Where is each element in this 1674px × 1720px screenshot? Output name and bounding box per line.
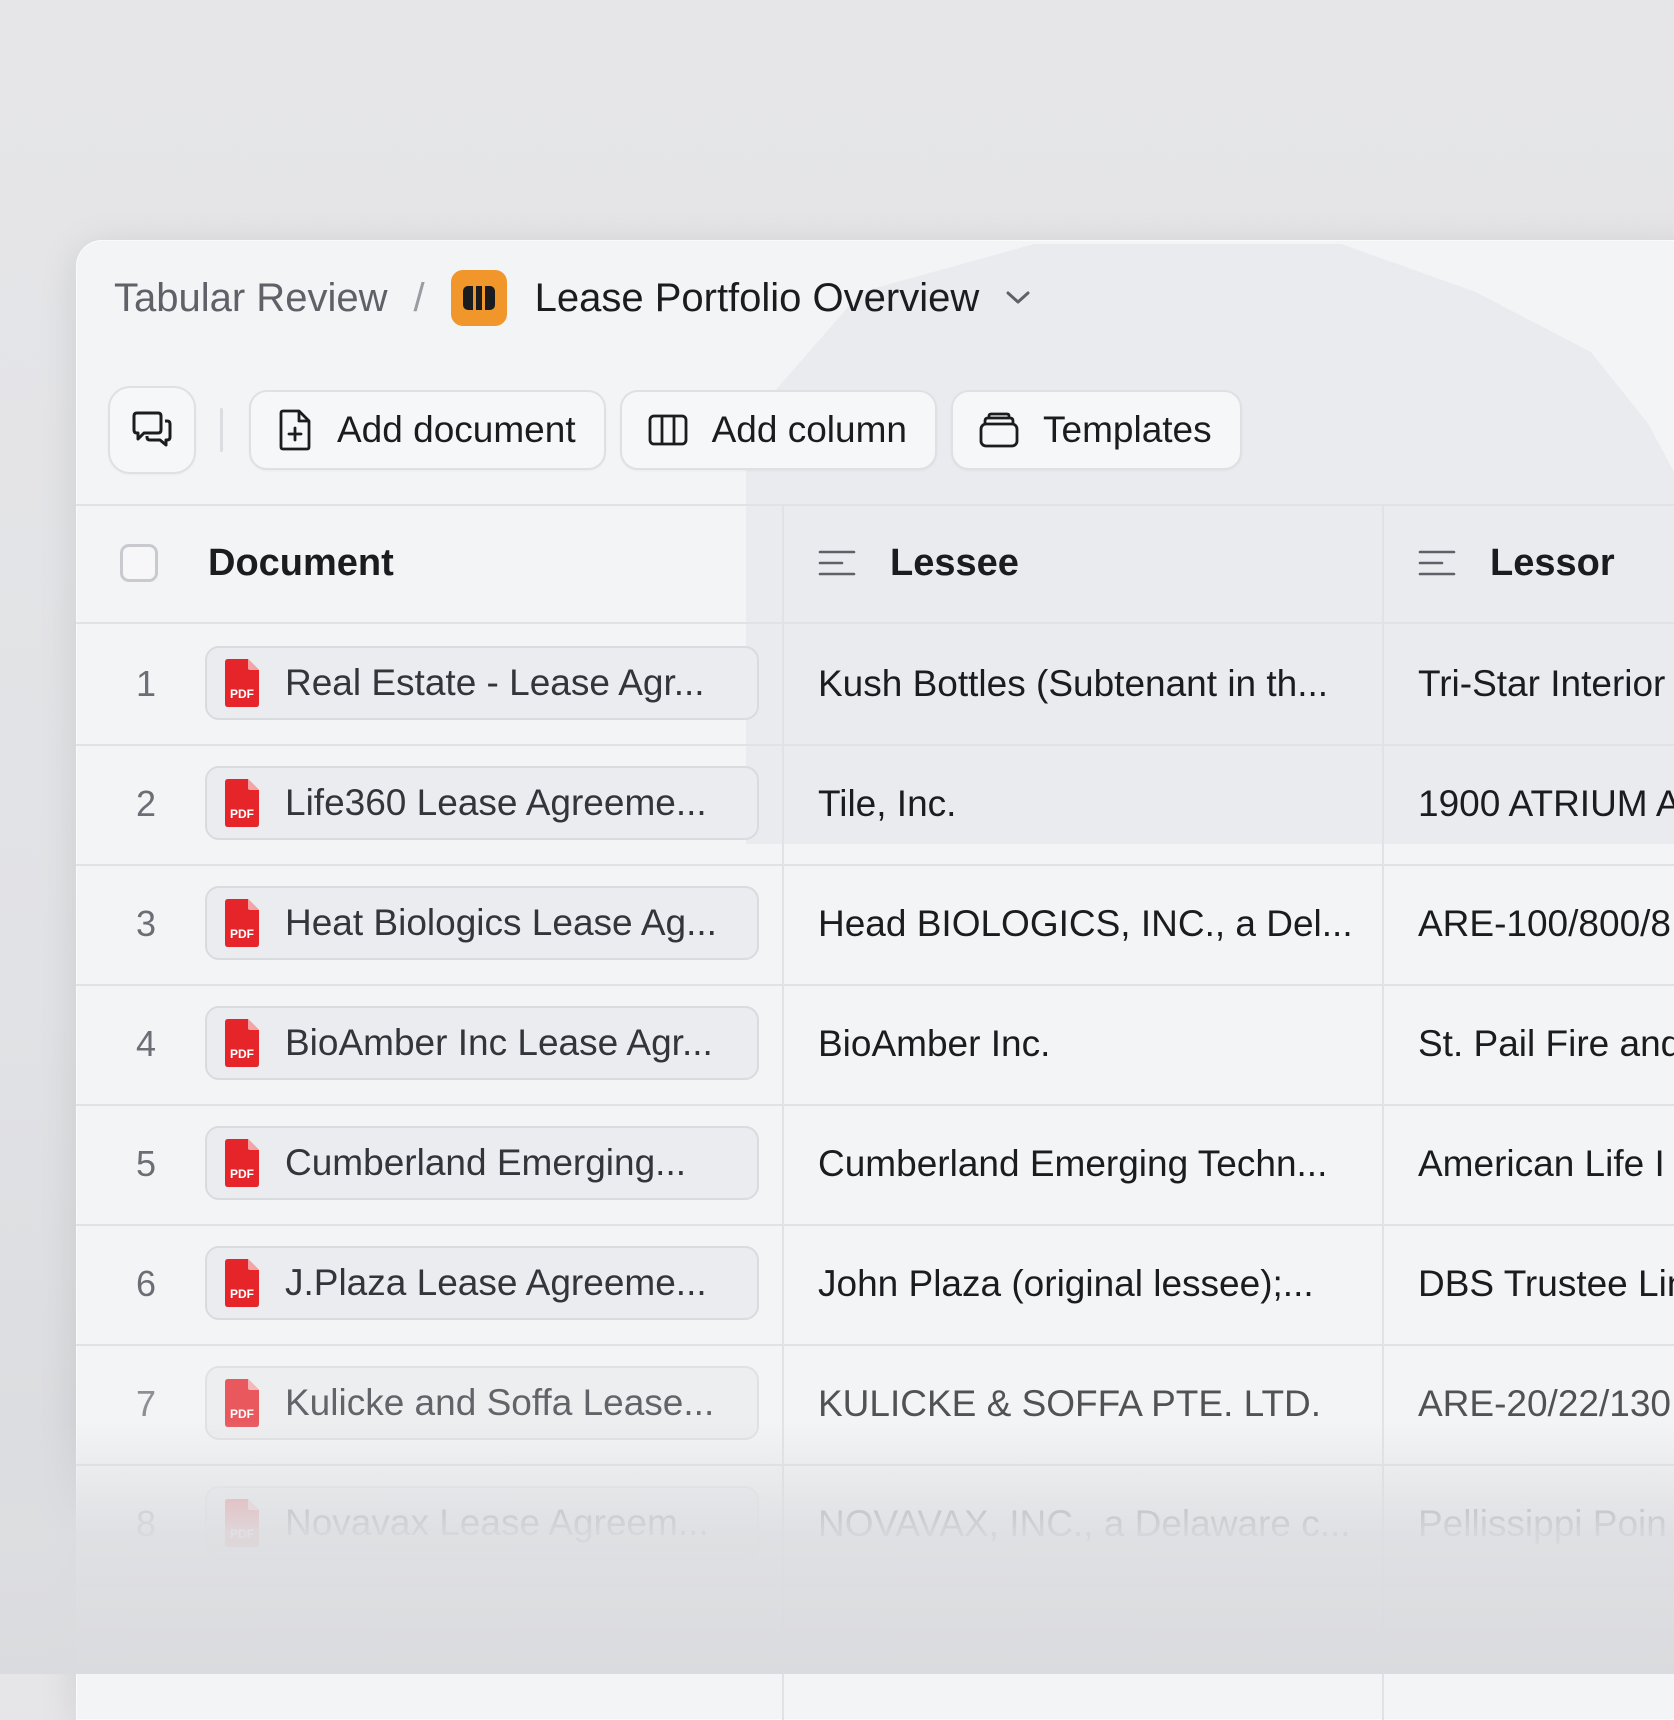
pdf-file-icon: PDF [221,1018,261,1068]
breadcrumb-separator: / [413,275,425,320]
checkbox[interactable] [120,544,158,582]
svg-text:PDF: PDF [230,927,254,941]
lessee-cell[interactable]: Head BIOLOGICS, INC., a Del... [818,864,1358,984]
breadcrumb: Tabular Review / Lease Portfolio Overvie… [114,266,1031,330]
pdf-file-icon: PDF [221,1258,261,1308]
document-chip[interactable]: PDF Heat Biologics Lease Ag... [205,886,759,960]
lessee-cell[interactable]: Kush Bottles (Subtenant in th... [818,624,1358,744]
lessor-cell[interactable]: ARE-20/22/130 [1418,1344,1674,1464]
table-row[interactable]: 8 PDF Novavax Lease Agreem... NOVAVAX, INC.… [76,1464,1674,1584]
page-title[interactable]: Lease Portfolio Overview [535,276,980,321]
svg-text:PDF: PDF [230,807,254,821]
document-name: Heat Biologics Lease Ag... [285,902,717,943]
document-chip[interactable]: PDF Novavax Lease Agreem... [205,1486,759,1560]
text-align-icon [1418,549,1458,577]
document-name: BioAmber Inc Lease Agr... [285,1022,713,1063]
add-column-button[interactable]: Add column [619,390,937,470]
table-row[interactable]: 5 PDF Cumberland Emerging... Cumberland Eme… [76,1104,1674,1224]
lessee-cell[interactable]: KULICKE & SOFFA PTE. LTD. [818,1344,1358,1464]
pdf-file-icon: PDF [221,1498,261,1548]
column-header-lessor-label: Lessor [1490,541,1615,584]
document-chip[interactable]: PDF J.Plaza Lease Agreeme... [205,1246,759,1320]
svg-text:PDF: PDF [230,1167,254,1181]
review-window: Tabular Review / Lease Portfolio Overvie… [76,240,1674,1720]
lessor-cell[interactable]: DBS Trustee Lin [1418,1224,1674,1344]
lessee-cell[interactable]: Cumberland Emerging Techn... [818,1104,1358,1224]
lessor-cell[interactable]: St. Pail Fire and [1418,984,1674,1104]
column-header-lessee-label: Lessee [890,541,1019,584]
templates-label: Templates [1043,409,1212,450]
row-number: 7 [135,1383,157,1424]
table-row[interactable]: 1 PDF Real Estate - Lease Agr... Kush Bottl… [76,624,1674,744]
row-number: 8 [135,1503,157,1544]
svg-text:PDF: PDF [230,1287,254,1301]
breadcrumb-root-link[interactable]: Tabular Review [114,276,387,321]
column-header-document-label: Document [208,541,394,584]
column-header-document[interactable]: Document [208,504,394,622]
svg-text:PDF: PDF [230,1407,254,1421]
column-header-lessee[interactable]: Lessee [818,504,1019,622]
lessee-cell[interactable]: John Plaza (original lessee);... [818,1224,1358,1344]
pdf-file-icon: PDF [221,778,261,828]
chevron-down-icon[interactable] [1005,290,1031,306]
columns-outline-icon [648,413,688,447]
lessee-cell[interactable]: NOVAVAX, INC., a Delaware c... [818,1464,1358,1584]
row-number: 3 [135,903,157,944]
toolbar: Add document Add column Templates [108,386,1242,474]
document-name: J.Plaza Lease Agreeme... [285,1262,707,1303]
svg-text:PDF: PDF [230,1527,254,1541]
document-name: Real Estate - Lease Agr... [285,662,705,703]
row-number: 4 [135,1023,157,1064]
pdf-file-icon: PDF [221,898,261,948]
file-plus-icon [277,408,313,452]
stack-icon [979,412,1019,448]
lessor-cell[interactable]: Pellissippi Poin [1418,1464,1674,1584]
document-name: Cumberland Emerging... [285,1142,687,1183]
svg-text:PDF: PDF [230,1047,254,1061]
table-row[interactable]: 6 PDF J.Plaza Lease Agreeme... John Plaza (… [76,1224,1674,1344]
row-number: 1 [135,663,157,704]
columns-icon [450,270,507,326]
document-chip[interactable]: PDF BioAmber Inc Lease Agr... [205,1006,759,1080]
document-chip[interactable]: PDF Kulicke and Soffa Lease... [205,1366,759,1440]
pdf-file-icon: PDF [221,1138,261,1188]
text-align-icon [818,549,858,577]
document-name: Life360 Lease Agreeme... [285,782,707,823]
document-chip[interactable]: PDF Real Estate - Lease Agr... [205,646,759,720]
pdf-file-icon: PDF [221,1378,261,1428]
lessor-cell[interactable]: American Life I [1418,1104,1674,1224]
add-column-label: Add column [711,409,907,450]
document-name: Kulicke and Soffa Lease... [285,1382,715,1423]
lessor-cell[interactable]: Tri-Star Interior [1418,624,1674,744]
select-all-checkbox[interactable] [120,504,158,622]
chat-button[interactable] [108,386,196,474]
lessor-cell[interactable]: 1900 ATRIUM A [1418,744,1674,864]
row-number: 2 [135,783,157,824]
row-number: 5 [135,1143,157,1184]
add-document-button[interactable]: Add document [249,390,606,470]
chat-bubbles-icon [130,410,174,450]
pdf-file-icon: PDF [221,658,261,708]
table-row[interactable]: 2 PDF Life360 Lease Agreeme... Tile, Inc. 19… [76,744,1674,864]
table-row[interactable]: 3 PDF Heat Biologics Lease Ag... Head BIOLO… [76,864,1674,984]
document-chip[interactable]: PDF Cumberland Emerging... [205,1126,759,1200]
row-number: 6 [135,1263,157,1304]
document-name: Novavax Lease Agreem... [285,1502,709,1543]
table-row[interactable]: 7 PDF Kulicke and Soffa Lease... KULICKE & … [76,1344,1674,1464]
table-row[interactable]: 4 PDF BioAmber Inc Lease Agr... BioAmber In… [76,984,1674,1104]
column-header-lessor[interactable]: Lessor [1418,504,1615,622]
toolbar-divider [220,408,223,452]
lessee-cell[interactable]: BioAmber Inc. [818,984,1358,1104]
add-document-label: Add document [337,409,576,450]
svg-text:PDF: PDF [230,687,254,701]
templates-button[interactable]: Templates [951,390,1242,470]
lessee-cell[interactable]: Tile, Inc. [818,744,1358,864]
document-chip[interactable]: PDF Life360 Lease Agreeme... [205,766,759,840]
lessor-cell[interactable]: ARE-100/800/8 [1418,864,1674,984]
